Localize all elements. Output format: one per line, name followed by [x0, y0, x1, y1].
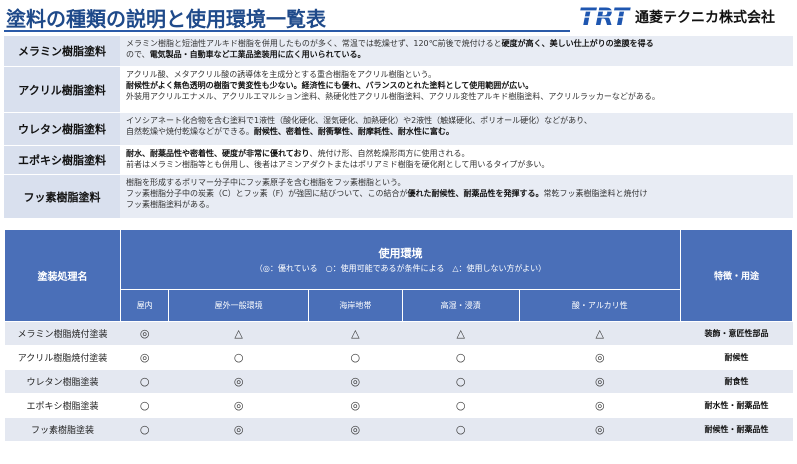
- rating-cell: △: [168, 321, 309, 346]
- environment-group-header: 使用環境 （◎：優れている ○：使用可能であるが条件による △：使用しない方がよ…: [120, 229, 681, 290]
- column-header: 屋外一般環境: [168, 289, 309, 322]
- desc-emphasis: 硬度が高く、美しい仕上がりの塗膜を得る: [501, 39, 654, 48]
- column-header: 酸・アルカリ性: [518, 289, 682, 322]
- rating-cell: ◎: [308, 369, 403, 394]
- rating-cell: ◎: [168, 393, 309, 418]
- rating-cell: ◎: [120, 321, 169, 346]
- table-row: ウレタン樹脂塗装 ○ ◎ ◎ ○ ◎ 耐食性: [4, 369, 793, 394]
- environment-table: 塗装処理名 使用環境 （◎：優れている ○：使用可能であるが条件による △：使用…: [4, 229, 793, 442]
- rating-cell: ○: [120, 393, 169, 418]
- company-logo: TRT: [579, 3, 631, 30]
- type-description: 樹脂を形成するポリマー分子中にフッ素原子を含む樹脂をフッ素樹脂という。 フッ素樹…: [120, 175, 793, 218]
- feature-cell: 耐候性: [680, 345, 793, 370]
- rating-cell: ◎: [519, 369, 681, 394]
- rating-cell: ◎: [120, 345, 169, 370]
- desc-text: フッ素樹脂分子中の炭素（C）とフッ素（F）が強固に結びついて、この結合が: [126, 189, 408, 198]
- column-header: 海岸地帯: [307, 289, 403, 322]
- rating-cell: ○: [308, 345, 403, 370]
- type-name: アクリル樹脂塗料: [4, 67, 120, 112]
- type-row: エポキシ樹脂塗料 耐水、耐薬品性や密着性、硬度が非常に優れており、焼付け形、自然…: [4, 146, 793, 175]
- rating-cell: ○: [402, 345, 520, 370]
- column-header: 屋内: [119, 289, 170, 322]
- rating-cell: ○: [120, 369, 169, 394]
- coating-name: ウレタン樹脂塗装: [4, 369, 121, 394]
- desc-emphasis: 耐候性がよく無色透明の樹脂で黄変性も少ない。経済性にも優れ、バランスのとれた塗料…: [126, 81, 534, 90]
- rating-cell: ◎: [308, 393, 403, 418]
- rating-cell: ○: [402, 369, 520, 394]
- rating-cell: ○: [168, 345, 309, 370]
- feature-cell: 耐食性: [680, 369, 793, 394]
- desc-text: 自然乾燥や焼付乾燥などができる。: [126, 127, 254, 136]
- desc-text: ので、: [126, 50, 150, 59]
- type-description: イソシアネート化合物を含む塗料で1液性（酸化硬化、湿気硬化、加熱硬化）や2液性（…: [120, 113, 793, 145]
- rating-cell: △: [519, 321, 681, 346]
- feature-cell: 装飾・意匠性部品: [680, 321, 793, 346]
- type-name: ウレタン樹脂塗料: [4, 113, 120, 145]
- rating-cell: ○: [120, 417, 169, 442]
- desc-emphasis: 電気製品・自動車など工業品塗装用に広く用いられている。: [149, 50, 366, 59]
- features-header: 特徴・用途: [680, 229, 793, 322]
- coating-name: フッ素樹脂塗装: [4, 417, 121, 442]
- rating-cell: ○: [402, 393, 520, 418]
- feature-cell: 耐候性・耐薬品性: [680, 417, 793, 442]
- paint-types-table: メラミン樹脂塗料 メラミン樹脂と短油性アルキド樹脂を併用したものが多く、常温では…: [4, 36, 793, 219]
- desc-emphasis: 耐候性、密着性、耐衝撃性、耐摩耗性、耐水性に富む。: [253, 127, 454, 136]
- type-row: アクリル樹脂塗料 アクリル酸、メタアクリル酸の誘導体を主成分とする重合樹脂をアク…: [4, 67, 793, 113]
- environment-title: 使用環境: [378, 247, 423, 260]
- table-row: フッ素樹脂塗装 ○ ◎ ◎ ○ ◎ 耐候性・耐薬品性: [4, 417, 793, 442]
- coating-name-header: 塗装処理名: [4, 229, 121, 322]
- desc-text: 、焼付け形、自然乾燥形両方に使用される。: [309, 149, 470, 158]
- type-description: 耐水、耐薬品性や密着性、硬度が非常に優れており、焼付け形、自然乾燥形両方に使用さ…: [120, 146, 793, 174]
- feature-cell: 耐水性・耐薬品性: [680, 393, 793, 418]
- desc-emphasis: 耐水、耐薬品性や密着性、硬度が非常に優れており: [126, 149, 310, 158]
- table-row: エポキシ樹脂塗装 ○ ◎ ◎ ○ ◎ 耐水性・耐薬品性: [4, 393, 793, 418]
- type-description: アクリル酸、メタアクリル酸の誘導体を主成分とする重合樹脂をアクリル樹脂という。 …: [120, 67, 793, 112]
- rating-cell: ◎: [519, 345, 681, 370]
- rating-cell: ◎: [308, 417, 403, 442]
- page-title: 塗料の種類の説明と使用環境一覧表: [6, 7, 326, 31]
- rating-cell: ○: [402, 417, 520, 442]
- rating-cell: ◎: [168, 369, 309, 394]
- title-underline: [4, 30, 570, 32]
- table-row: メラミン樹脂焼付塗装 ◎ △ △ △ △ 装飾・意匠性部品: [4, 321, 793, 346]
- coating-name: アクリル樹脂焼付塗装: [4, 345, 121, 370]
- desc-text: 常乾フッ素樹脂塗料と焼付け: [543, 189, 648, 198]
- desc-text: 樹脂を形成するポリマー分子中にフッ素原子を含む樹脂をフッ素樹脂という。: [126, 178, 406, 187]
- rating-cell: △: [308, 321, 403, 346]
- rating-cell: △: [402, 321, 520, 346]
- desc-text: イソシアネート化合物を含む塗料で1液性（酸化硬化、湿気硬化、加熱硬化）や2液性（…: [126, 116, 592, 125]
- rating-cell: ◎: [168, 417, 309, 442]
- desc-text: 前者はメラミン樹脂等とも併用し、後者はアミンアダクトまたはポリアミド樹脂を硬化剤…: [126, 160, 550, 169]
- rating-cell: ◎: [519, 393, 681, 418]
- column-header: 高湿・浸漬: [401, 289, 520, 322]
- type-row: メラミン樹脂塗料 メラミン樹脂と短油性アルキド樹脂を併用したものが多く、常温では…: [4, 36, 793, 67]
- company-name: 通菱テクニカ株式会社: [635, 10, 775, 26]
- coating-name: エポキシ樹脂塗装: [4, 393, 121, 418]
- page-header: 塗料の種類の説明と使用環境一覧表 TRT 通菱テクニカ株式会社: [0, 0, 797, 33]
- table-row: アクリル樹脂焼付塗装 ◎ ○ ○ ○ ◎ 耐候性: [4, 345, 793, 370]
- type-description: メラミン樹脂と短油性アルキド樹脂を併用したものが多く、常温では乾燥せず、120℃…: [120, 36, 793, 66]
- environment-legend: （◎：優れている ○：使用可能であるが条件による △：使用しない方がよい）: [254, 264, 547, 273]
- desc-text: 外装用アクリルエナメル、アクリルエマルション塗料、熱硬化性アクリル樹脂塗料、アク…: [126, 92, 660, 101]
- desc-text: アクリル酸、メタアクリル酸の誘導体を主成分とする重合樹脂をアクリル樹脂という。: [126, 70, 437, 79]
- type-name: エポキシ樹脂塗料: [4, 146, 120, 174]
- type-row: フッ素樹脂塗料 樹脂を形成するポリマー分子中にフッ素原子を含む樹脂をフッ素樹脂と…: [4, 175, 793, 219]
- type-row: ウレタン樹脂塗料 イソシアネート化合物を含む塗料で1液性（酸化硬化、湿気硬化、加…: [4, 113, 793, 146]
- type-name: フッ素樹脂塗料: [4, 175, 120, 218]
- desc-text: メラミン樹脂と短油性アルキド樹脂を併用したものが多く、常温では乾燥せず、120℃…: [126, 39, 502, 48]
- type-name: メラミン樹脂塗料: [4, 36, 120, 66]
- rating-cell: ◎: [519, 417, 681, 442]
- desc-text: フッ素樹脂塗料がある。: [126, 200, 214, 209]
- desc-emphasis: 優れた耐候性、耐薬品性を発揮する。: [407, 189, 544, 198]
- coating-name: メラミン樹脂焼付塗装: [4, 321, 121, 346]
